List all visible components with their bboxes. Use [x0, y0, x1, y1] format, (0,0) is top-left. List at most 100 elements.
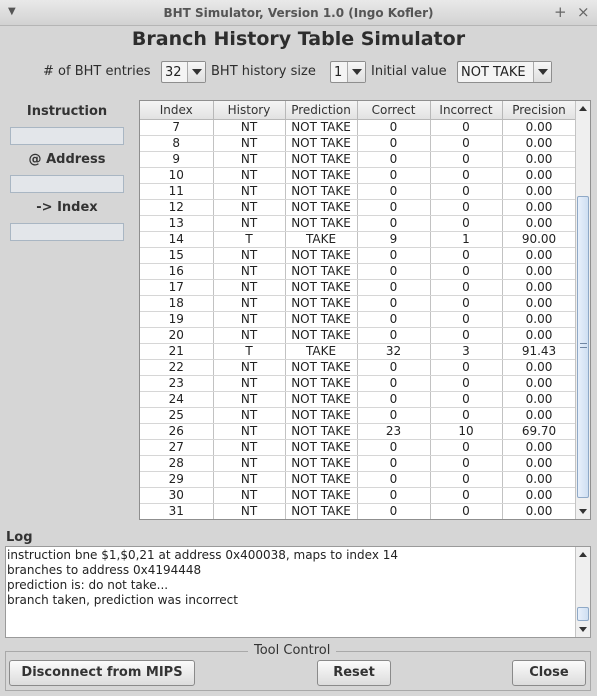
cell-history: NT — [213, 439, 286, 456]
table-row[interactable]: 21 T TAKE 32 3 91.43 — [140, 343, 577, 360]
bht-table[interactable]: Index History Prediction Correct Incorre… — [139, 100, 591, 520]
table-row[interactable]: 12 NT NOT TAKE 0 0 0.00 — [140, 199, 577, 216]
chevron-down-icon[interactable] — [347, 62, 365, 82]
cell-history: NT — [213, 247, 286, 264]
cell-history: NT — [213, 391, 286, 408]
cell-precision: 0.00 — [502, 199, 577, 216]
cell-incorrect: 0 — [430, 279, 503, 296]
index-label: -> Index — [36, 200, 98, 215]
address-field — [10, 175, 124, 193]
column-header-history[interactable]: History — [213, 101, 286, 120]
table-row[interactable]: 8 NT NOT TAKE 0 0 0.00 — [140, 135, 577, 152]
cell-precision: 0.00 — [502, 359, 577, 376]
cell-precision: 0.00 — [502, 407, 577, 424]
table-row[interactable]: 18 NT NOT TAKE 0 0 0.00 — [140, 295, 577, 312]
close-button[interactable]: Close — [512, 660, 586, 686]
scroll-up-icon[interactable] — [576, 101, 590, 116]
scroll-thumb[interactable] — [577, 196, 589, 498]
cell-history: NT — [213, 183, 286, 200]
table-row[interactable]: 24 NT NOT TAKE 0 0 0.00 — [140, 391, 577, 408]
cell-correct: 0 — [357, 455, 431, 472]
cell-index: 9 — [140, 151, 214, 168]
grip-icon — [580, 343, 587, 348]
table-row[interactable]: 22 NT NOT TAKE 0 0 0.00 — [140, 359, 577, 376]
table-row[interactable]: 15 NT NOT TAKE 0 0 0.00 — [140, 247, 577, 264]
table-row[interactable]: 19 NT NOT TAKE 0 0 0.00 — [140, 311, 577, 328]
table-row[interactable]: 26 NT NOT TAKE 23 10 69.70 — [140, 423, 577, 440]
table-row[interactable]: 29 NT NOT TAKE 0 0 0.00 — [140, 471, 577, 488]
cell-incorrect: 0 — [430, 119, 503, 136]
cell-incorrect: 0 — [430, 359, 503, 376]
scroll-thumb[interactable] — [577, 607, 589, 621]
initial-value-value: NOT TAKE — [461, 65, 526, 80]
scroll-up-icon[interactable] — [576, 547, 590, 562]
table-row[interactable]: 17 NT NOT TAKE 0 0 0.00 — [140, 279, 577, 296]
column-header-incorrect[interactable]: Incorrect — [430, 101, 503, 120]
title-bar: ▼ BHT Simulator, Version 1.0 (Ingo Kofle… — [0, 0, 597, 26]
chevron-down-icon[interactable] — [533, 62, 551, 82]
cell-incorrect: 0 — [430, 151, 503, 168]
maximize-icon[interactable]: + — [554, 3, 567, 21]
cell-precision: 0.00 — [502, 327, 577, 344]
close-window-icon[interactable]: × — [577, 3, 590, 21]
column-header-index[interactable]: Index — [140, 101, 214, 120]
cell-prediction: NOT TAKE — [285, 119, 358, 136]
cell-correct: 32 — [357, 343, 431, 360]
column-header-correct[interactable]: Correct — [357, 101, 431, 120]
cell-incorrect: 0 — [430, 503, 503, 519]
cell-precision: 0.00 — [502, 311, 577, 328]
cell-incorrect: 0 — [430, 407, 503, 424]
table-row[interactable]: 31 NT NOT TAKE 0 0 0.00 — [140, 503, 577, 519]
cell-index: 22 — [140, 359, 214, 376]
cell-history: NT — [213, 119, 286, 136]
log-line: branches to address 0x4194448 — [7, 563, 202, 577]
bht-entries-select[interactable]: 32 — [161, 61, 206, 83]
cell-index: 24 — [140, 391, 214, 408]
table-row[interactable]: 14 T TAKE 9 1 90.00 — [140, 231, 577, 248]
cell-incorrect: 0 — [430, 487, 503, 504]
bht-history-select[interactable]: 1 — [330, 61, 366, 83]
reset-button[interactable]: Reset — [317, 660, 391, 686]
log-scrollbar[interactable] — [575, 547, 590, 637]
cell-index: 11 — [140, 183, 214, 200]
cell-prediction: NOT TAKE — [285, 151, 358, 168]
cell-correct: 0 — [357, 375, 431, 392]
cell-correct: 0 — [357, 295, 431, 312]
column-header-precision[interactable]: Precision — [502, 101, 577, 120]
table-row[interactable]: 20 NT NOT TAKE 0 0 0.00 — [140, 327, 577, 344]
cell-precision: 0.00 — [502, 119, 577, 136]
column-header-prediction[interactable]: Prediction — [285, 101, 358, 120]
cell-index: 7 — [140, 119, 214, 136]
cell-history: NT — [213, 279, 286, 296]
table-row[interactable]: 25 NT NOT TAKE 0 0 0.00 — [140, 407, 577, 424]
cell-correct: 0 — [357, 359, 431, 376]
cell-correct: 0 — [357, 279, 431, 296]
initial-value-select[interactable]: NOT TAKE — [457, 61, 552, 83]
table-row[interactable]: 13 NT NOT TAKE 0 0 0.00 — [140, 215, 577, 232]
cell-prediction: NOT TAKE — [285, 135, 358, 152]
table-row[interactable]: 30 NT NOT TAKE 0 0 0.00 — [140, 487, 577, 504]
cell-incorrect: 0 — [430, 247, 503, 264]
table-row[interactable]: 7 NT NOT TAKE 0 0 0.00 — [140, 119, 577, 136]
cell-index: 19 — [140, 311, 214, 328]
table-row[interactable]: 16 NT NOT TAKE 0 0 0.00 — [140, 263, 577, 280]
table-row[interactable]: 10 NT NOT TAKE 0 0 0.00 — [140, 167, 577, 184]
instruction-field — [10, 127, 124, 145]
log-line: instruction bne $1,$0,21 at address 0x40… — [7, 548, 399, 562]
scroll-down-icon[interactable] — [576, 622, 590, 637]
scroll-down-icon[interactable] — [576, 504, 590, 519]
table-row[interactable]: 11 NT NOT TAKE 0 0 0.00 — [140, 183, 577, 200]
table-scrollbar[interactable] — [575, 101, 590, 519]
table-row[interactable]: 23 NT NOT TAKE 0 0 0.00 — [140, 375, 577, 392]
cell-index: 25 — [140, 407, 214, 424]
table-row[interactable]: 28 NT NOT TAKE 0 0 0.00 — [140, 455, 577, 472]
chevron-down-icon[interactable] — [187, 62, 205, 82]
cell-prediction: NOT TAKE — [285, 471, 358, 488]
table-row[interactable]: 27 NT NOT TAKE 0 0 0.00 — [140, 439, 577, 456]
bht-entries-label: # of BHT entries — [43, 64, 151, 79]
log-textarea[interactable]: instruction bne $1,$0,21 at address 0x40… — [5, 546, 591, 638]
cell-history: NT — [213, 375, 286, 392]
log-label: Log — [6, 530, 33, 545]
disconnect-button[interactable]: Disconnect from MIPS — [9, 660, 195, 686]
table-row[interactable]: 9 NT NOT TAKE 0 0 0.00 — [140, 151, 577, 168]
